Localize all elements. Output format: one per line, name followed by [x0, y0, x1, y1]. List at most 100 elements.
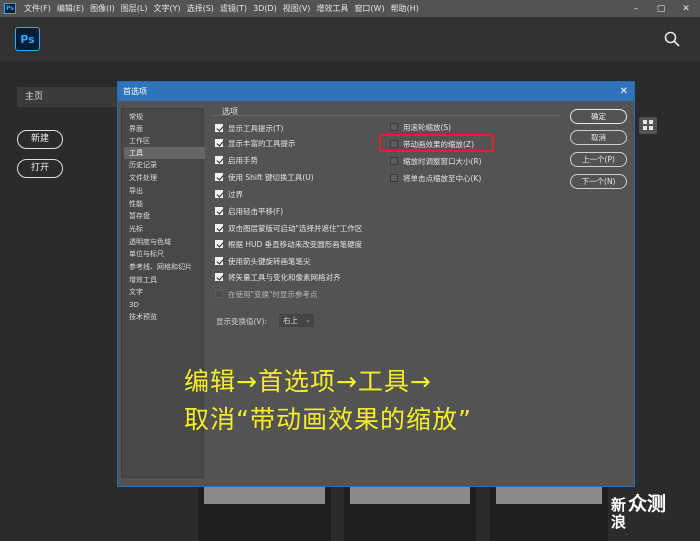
option-label: 根据 HUD 垂直移动来改变圆形画笔硬度 — [228, 239, 363, 249]
sidebar-item-home[interactable]: 主页 — [17, 87, 117, 107]
checkbox-checked[interactable] — [215, 139, 223, 147]
nav-item-export[interactable]: 导出 — [129, 185, 143, 197]
transform-values-value: 右上 — [283, 316, 298, 325]
option-label: 用滚轮缩放(S) — [403, 122, 452, 132]
dialog-title: 首选项 — [123, 87, 147, 96]
option-label: 使用箭头键旋转画笔笔尖 — [228, 256, 311, 266]
checkbox-unchecked[interactable] — [215, 290, 223, 298]
option-zoom-clicked-point[interactable]: 将单击点缩放至中心(K) — [390, 172, 481, 184]
recent-file-thumbnail[interactable] — [198, 486, 331, 541]
option-label: 过界 — [228, 189, 243, 199]
nav-item-history[interactable]: 历史记录 — [129, 159, 157, 171]
nav-item-units[interactable]: 单位与标尺 — [129, 248, 164, 260]
checkbox-checked[interactable] — [215, 224, 223, 232]
close-window-button[interactable]: ✕ — [674, 0, 698, 17]
thumbnail-image — [496, 486, 602, 504]
nav-item-cursors[interactable]: 光标 — [129, 223, 143, 235]
option-zoom-resize-window[interactable]: 缩放时调整窗口大小(R) — [390, 155, 482, 167]
nav-item-plugins[interactable]: 增效工具 — [129, 274, 157, 286]
ok-button[interactable]: 确定 — [570, 109, 627, 124]
option-overscroll[interactable]: 过界 — [215, 188, 243, 200]
checkbox-checked[interactable] — [215, 273, 223, 281]
option-hud-hardness[interactable]: 根据 HUD 垂直移动来改变圆形画笔硬度 — [215, 238, 362, 250]
search-icon[interactable] — [663, 30, 681, 48]
recent-file-thumbnail[interactable] — [344, 486, 476, 541]
menu-view[interactable]: 视图(V) — [280, 3, 314, 14]
menu-filter[interactable]: 滤镜(T) — [217, 3, 250, 14]
checkbox-checked[interactable] — [215, 240, 223, 248]
menu-help[interactable]: 帮助(H) — [388, 3, 422, 14]
nav-item-tools[interactable]: 工具 — [124, 147, 205, 159]
menu-plugins[interactable]: 增效工具 — [313, 3, 351, 14]
checkbox-checked[interactable] — [215, 190, 223, 198]
option-label: 启用轻击平移(F) — [228, 206, 284, 216]
nav-item-file-handling[interactable]: 文件处理 — [129, 172, 157, 184]
option-show-tooltips[interactable]: 显示工具提示(T) — [215, 122, 283, 134]
nav-item-type[interactable]: 文字 — [129, 286, 143, 298]
menu-file[interactable]: 文件(F) — [21, 3, 54, 14]
option-label: 启用手势 — [228, 155, 258, 165]
menu-layer[interactable]: 图层(L) — [118, 3, 151, 14]
thumbnail-image — [350, 486, 470, 504]
watermark-line2: 浪 — [611, 513, 627, 531]
close-icon[interactable]: ✕ — [620, 82, 628, 101]
menu-3d[interactable]: 3D(D) — [250, 4, 280, 13]
option-label: 缩放时调整窗口大小(R) — [403, 156, 482, 166]
nav-item-3d[interactable]: 3D — [129, 299, 139, 311]
photoshop-logo: Ps — [15, 27, 40, 51]
transform-values-select[interactable]: 右上 ⌄ — [279, 314, 314, 327]
prev-button[interactable]: 上一个(P) — [570, 152, 627, 167]
recent-file-thumbnail[interactable] — [490, 486, 608, 541]
new-button[interactable]: 新建 — [17, 130, 63, 149]
menu-window[interactable]: 窗口(W) — [351, 3, 387, 14]
option-rich-tooltips[interactable]: 显示丰富的工具提示 — [215, 137, 296, 149]
nav-item-performance[interactable]: 性能 — [129, 198, 143, 210]
watermark-line1: 新 — [611, 496, 627, 514]
section-divider — [212, 115, 560, 116]
nav-item-interface[interactable]: 界面 — [129, 123, 143, 135]
maximize-button[interactable]: ▢ — [649, 0, 673, 17]
menu-select[interactable]: 选择(S) — [184, 3, 217, 14]
minimize-button[interactable]: – — [624, 0, 648, 17]
checkbox-unchecked[interactable] — [390, 157, 398, 165]
checkbox-checked[interactable] — [215, 257, 223, 265]
nav-item-scratch-disks[interactable]: 暂存盘 — [129, 210, 150, 222]
watermark-brand: 众测 — [628, 493, 667, 515]
nav-item-guides[interactable]: 参考线、网格和切片 — [129, 261, 192, 273]
menu-type[interactable]: 文字(Y) — [150, 3, 183, 14]
nav-item-general[interactable]: 常规 — [129, 111, 143, 123]
cancel-button[interactable]: 取消 — [570, 130, 627, 145]
menu-bar: Ps 文件(F) 编辑(E) 图像(I) 图层(L) 文字(Y) 选择(S) 滤… — [0, 0, 700, 17]
option-arrow-rotate-brush[interactable]: 使用箭头键旋转画笔笔尖 — [215, 255, 311, 267]
thumbnail-image — [204, 486, 325, 504]
instruction-caption-line2: 取消“带动画效果的缩放” — [184, 405, 472, 434]
option-enable-gestures[interactable]: 启用手势 — [215, 154, 258, 166]
chevron-down-icon: ⌄ — [305, 316, 311, 324]
option-snap-vector-tools[interactable]: 将矢量工具与变化和像素网格对齐 — [215, 271, 341, 283]
option-label: 将矢量工具与变化和像素网格对齐 — [228, 272, 341, 282]
option-double-click-mask[interactable]: 双击图层蒙版可启动"选择并遮住"工作区 — [215, 222, 362, 234]
checkbox-unchecked[interactable] — [390, 174, 398, 182]
nav-item-tech-preview[interactable]: 技术预览 — [129, 311, 157, 323]
nav-item-transparency[interactable]: 透明度与色域 — [129, 236, 171, 248]
home-header — [0, 17, 700, 61]
option-label: 在使用"变换"时显示参考点 — [228, 289, 318, 299]
menu-image[interactable]: 图像(I) — [87, 3, 118, 14]
menu-edit[interactable]: 编辑(E) — [54, 3, 87, 14]
nav-item-workspace[interactable]: 工作区 — [129, 135, 150, 147]
checkbox-checked[interactable] — [215, 173, 223, 181]
option-label: 双击图层蒙版可启动"选择并遮住"工作区 — [228, 223, 363, 233]
checkbox-checked[interactable] — [215, 207, 223, 215]
option-shift-switch-tools[interactable]: 使用 Shift 键切换工具(U) — [215, 171, 314, 183]
option-label: 将单击点缩放至中心(K) — [403, 173, 482, 183]
checkbox-checked[interactable] — [215, 124, 223, 132]
open-button[interactable]: 打开 — [17, 159, 63, 178]
next-button[interactable]: 下一个(N) — [570, 174, 627, 189]
option-show-reference-point[interactable]: 在使用"变换"时显示参考点 — [215, 288, 317, 300]
option-zoom-scroll-wheel[interactable]: 用滚轮缩放(S) — [390, 121, 451, 133]
option-flick-panning[interactable]: 启用轻击平移(F) — [215, 205, 283, 217]
checkbox-unchecked[interactable] — [390, 123, 398, 131]
ps-app-icon: Ps — [4, 3, 16, 14]
checkbox-checked[interactable] — [215, 156, 223, 164]
grid-view-icon[interactable] — [639, 117, 657, 134]
